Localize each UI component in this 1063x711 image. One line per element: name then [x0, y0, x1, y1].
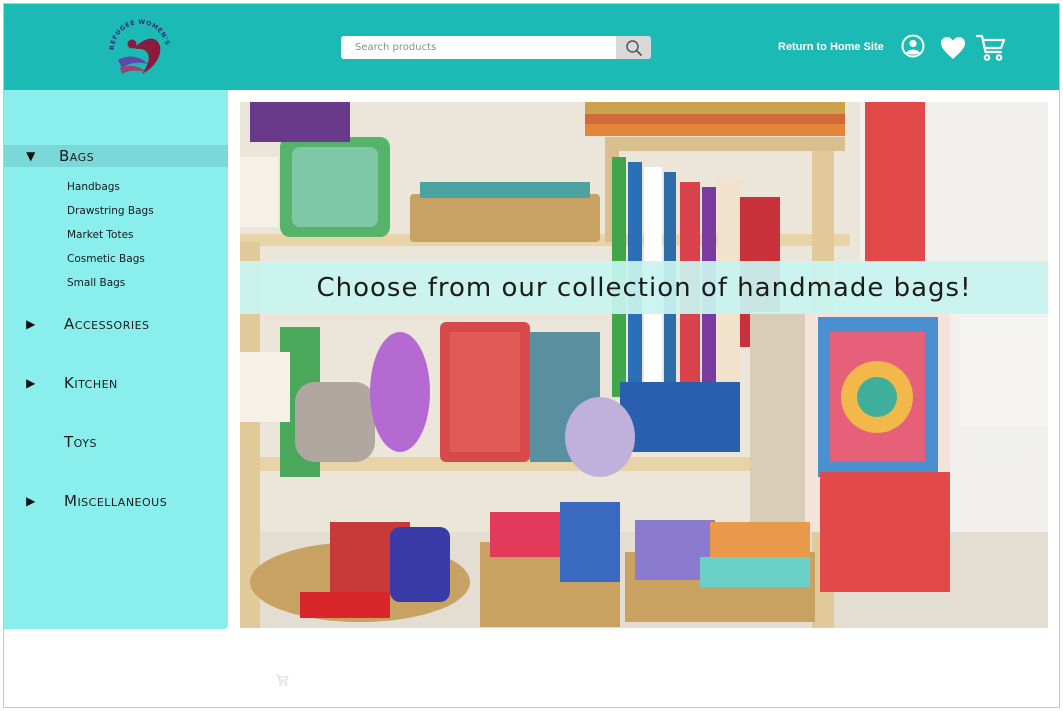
logo[interactable]: REFUGEE WOMEN'S CENTER: [101, 9, 176, 80]
caret-right-icon: ▶: [26, 494, 36, 508]
wishlist-button[interactable]: [940, 36, 966, 64]
caret-right-icon: ▶: [26, 376, 36, 390]
cart-button[interactable]: [975, 34, 1006, 66]
logo-mark-icon: REFUGEE WOMEN'S CENTER: [101, 9, 170, 74]
return-home-link[interactable]: Return to Home Site: [778, 41, 884, 53]
subcategory-small-bags[interactable]: Small Bags: [67, 277, 125, 289]
search-icon: [625, 39, 642, 56]
category-label: Bags: [59, 147, 95, 165]
subcategory-handbags[interactable]: Handbags: [67, 181, 120, 193]
category-label: Toys: [64, 433, 97, 451]
faint-cart-icon: [275, 672, 289, 691]
category-miscellaneous[interactable]: ▶ Miscellaneous: [4, 490, 228, 512]
header-bar: REFUGEE WOMEN'S CENTER Return to Home Si…: [4, 4, 1059, 90]
category-toys[interactable]: Toys: [4, 431, 228, 453]
account-button[interactable]: [901, 34, 925, 62]
account-icon: [901, 34, 925, 58]
caret-right-icon: ▶: [26, 317, 36, 331]
category-label: Miscellaneous: [64, 492, 168, 510]
subcategory-cosmetic-bags[interactable]: Cosmetic Bags: [67, 253, 145, 265]
subcategory-drawstring-bags[interactable]: Drawstring Bags: [67, 205, 154, 217]
handmade-bags-photo: [240, 102, 1048, 628]
category-label: Accessories: [64, 315, 150, 333]
category-bags[interactable]: ▼ Bags: [4, 145, 228, 167]
category-sidebar: ▼ Bags Handbags Drawstring Bags Market T…: [4, 90, 228, 629]
search-button[interactable]: [616, 36, 651, 59]
cart-icon: [975, 34, 1006, 61]
search-bar: [341, 36, 651, 59]
category-accessories[interactable]: ▶ Accessories: [4, 313, 228, 335]
hero-banner[interactable]: Choose from our collection of handmade b…: [240, 102, 1048, 628]
category-label: Kitchen: [64, 374, 118, 392]
banner-caption: Choose from our collection of handmade b…: [240, 261, 1048, 314]
subcategory-market-totes[interactable]: Market Totes: [67, 229, 134, 241]
category-kitchen[interactable]: ▶ Kitchen: [4, 372, 228, 394]
search-input[interactable]: [341, 36, 615, 59]
heart-icon: [941, 37, 965, 59]
caret-down-icon: ▼: [26, 149, 36, 163]
page-frame: REFUGEE WOMEN'S CENTER Return to Home Si…: [3, 3, 1060, 708]
